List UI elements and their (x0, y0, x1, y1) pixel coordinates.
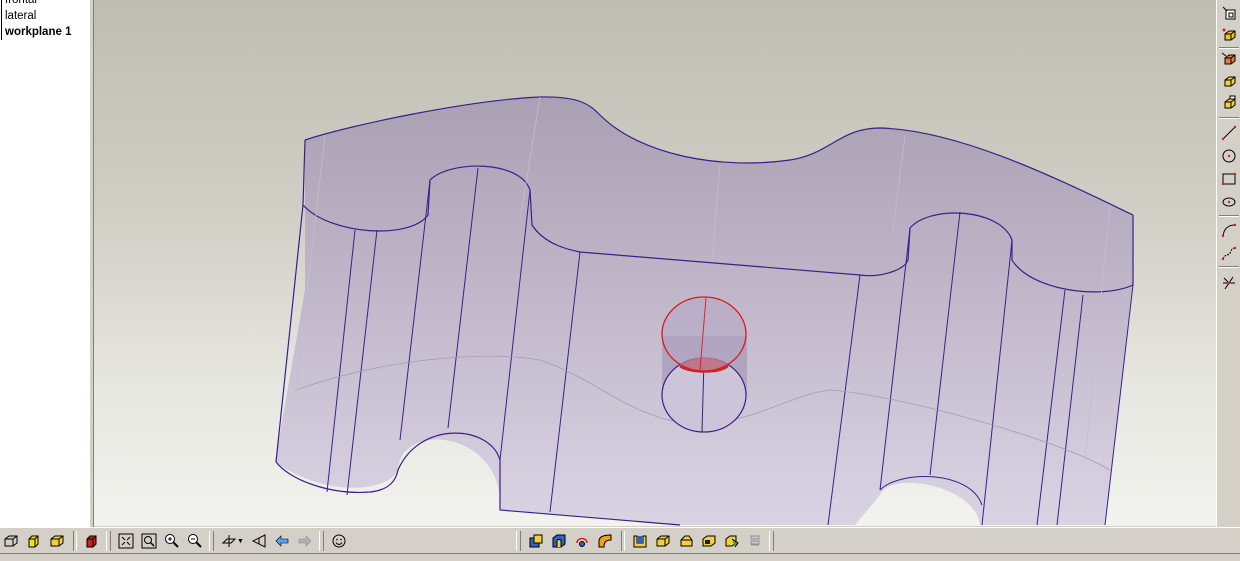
toolbar-separator (1219, 47, 1239, 49)
shaded-edges-icon[interactable] (46, 530, 68, 552)
toolbar-grip[interactable] (769, 531, 774, 551)
right-toolbar (1216, 0, 1240, 527)
wireframe-icon[interactable] (0, 530, 22, 552)
draft-icon[interactable] (675, 530, 697, 552)
toolbar-grip[interactable] (209, 531, 214, 551)
offset-icon[interactable] (698, 530, 720, 552)
shaded-icon[interactable] (23, 530, 45, 552)
smiley-icon[interactable] (328, 530, 350, 552)
zoom-window-icon[interactable] (138, 530, 160, 552)
status-bar (0, 553, 1240, 561)
zoom-extents-icon[interactable] (115, 530, 137, 552)
arc-icon[interactable] (1220, 221, 1238, 239)
toolbar-separator (73, 531, 77, 551)
rotate-icon[interactable] (571, 530, 593, 552)
fillet-icon[interactable] (594, 530, 616, 552)
loft-icon[interactable] (1220, 94, 1238, 112)
spline-icon[interactable] (1220, 244, 1238, 262)
bottom-toolbar: ▼ (0, 527, 1240, 554)
boolean-icon[interactable] (525, 530, 547, 552)
model-tree-list: frontal lateral workplane 1 (0, 0, 71, 40)
toolbar-separator (1219, 215, 1239, 217)
display-mode-group: ▼ (0, 530, 351, 552)
back-arrow-icon[interactable] (271, 530, 293, 552)
cad-application: frontal lateral workplane 1 ▼ (0, 0, 1240, 561)
toolbar-grip[interactable] (106, 531, 111, 551)
tree-item-frontal[interactable]: frontal (0, 0, 71, 8)
3d-viewport[interactable] (94, 0, 1216, 526)
circle-icon[interactable] (1220, 147, 1238, 165)
pattern-icon[interactable] (744, 530, 766, 552)
model-tree-panel: frontal lateral workplane 1 (0, 0, 91, 527)
line-icon[interactable] (1220, 124, 1238, 142)
center-hole[interactable] (661, 296, 747, 433)
tree-item-workplane-1[interactable]: workplane 1 (0, 24, 71, 40)
shell-icon[interactable] (629, 530, 651, 552)
toolbar-grip[interactable] (516, 531, 521, 551)
toolbar-separator (1219, 266, 1239, 268)
model-drawing (275, 96, 1134, 526)
chamfer-icon[interactable] (652, 530, 674, 552)
feature-toolbar-group (514, 530, 778, 552)
zoom-out-icon[interactable] (184, 530, 206, 552)
toolbar-separator (1219, 117, 1239, 119)
tree-item-lateral[interactable]: lateral (0, 8, 71, 24)
zoom-in-icon[interactable] (161, 530, 183, 552)
split-icon[interactable] (721, 530, 743, 552)
forward-arrow-icon[interactable] (294, 530, 316, 552)
extrude-icon[interactable] (1220, 26, 1238, 44)
workplane-icon[interactable] (1220, 4, 1238, 22)
previous-view-icon[interactable] (248, 530, 270, 552)
hidden-line-icon[interactable] (81, 530, 103, 552)
toolbar-grip[interactable] (318, 531, 324, 551)
pocket-icon[interactable] (548, 530, 570, 552)
rectangle-icon[interactable] (1220, 170, 1238, 188)
toolbar-separator (621, 531, 625, 551)
trim-icon[interactable] (1220, 274, 1238, 292)
sweep-icon[interactable] (1220, 72, 1238, 90)
chevron-down-icon[interactable]: ▼ (237, 538, 244, 545)
revolve-icon[interactable] (1220, 50, 1238, 68)
ellipse-icon[interactable] (1220, 193, 1238, 211)
